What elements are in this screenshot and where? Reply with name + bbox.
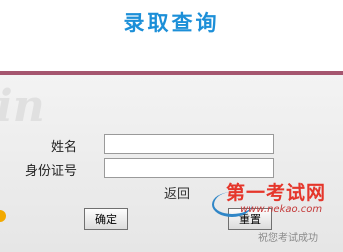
back-link[interactable]: 返回 (164, 183, 190, 202)
name-input[interactable] (104, 134, 274, 154)
confirm-button[interactable]: 确定 (84, 208, 128, 230)
id-number-input[interactable] (104, 158, 274, 178)
page-title: 录取查询 (123, 11, 220, 35)
watermark-site-url: www.nekao.com (240, 204, 323, 215)
site-watermark: 第一考试网 www.nekao.com 祝您考试成功 (212, 178, 343, 252)
background-decoration: in (0, 81, 45, 132)
id-number-label: 身份证号 (24, 164, 77, 179)
watermark-slogan: 祝您考试成功 (258, 233, 318, 244)
watermark-site-name: 第一考试网 (226, 182, 327, 204)
name-label: 姓名 (50, 140, 77, 155)
header-area: 录取查询 (0, 0, 343, 71)
